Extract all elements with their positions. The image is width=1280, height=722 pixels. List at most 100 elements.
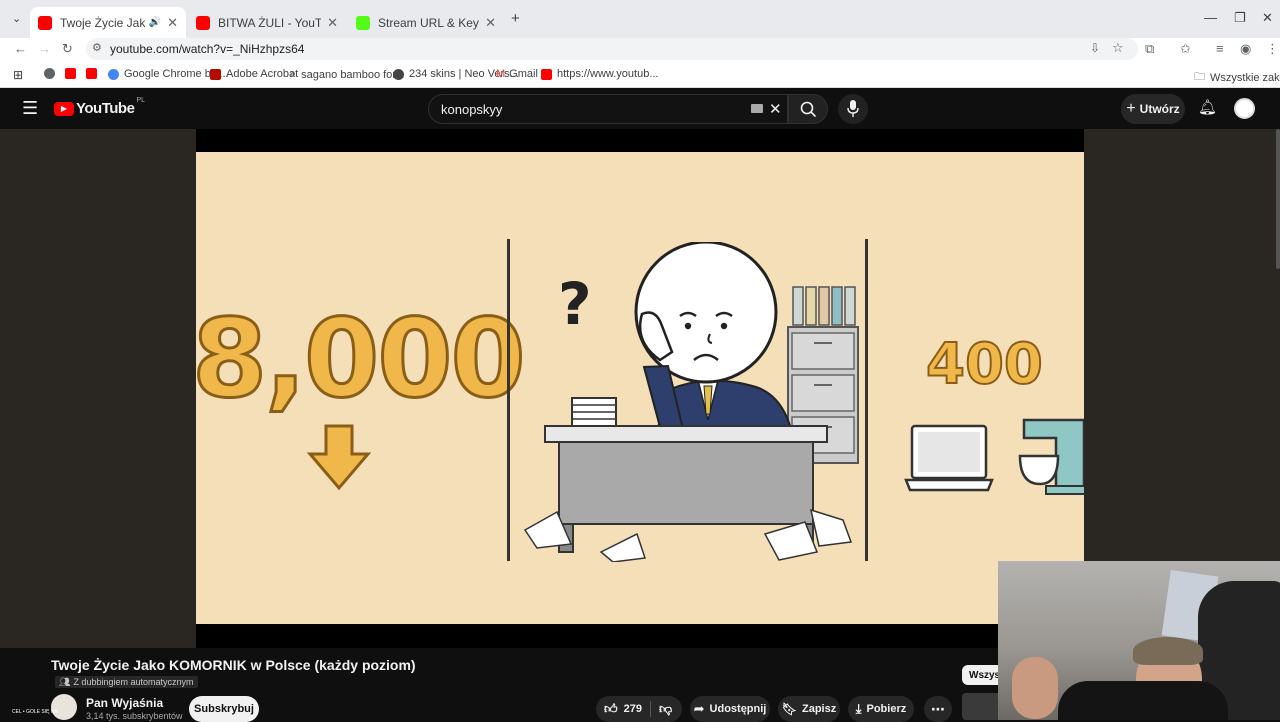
dubbing-icon: 👥︎ bbox=[59, 676, 71, 687]
subscribe-button[interactable]: Subskrybuj bbox=[189, 696, 259, 722]
divider bbox=[649, 701, 651, 717]
browser-toolbar: ← → ↻ ⚙ youtube.com/watch?v=_NiHzhpzs64 … bbox=[0, 38, 1280, 62]
bookmark-label: sagano bamboo for... bbox=[301, 68, 405, 81]
bookmark-star-icon[interactable]: ☆ bbox=[1112, 40, 1124, 56]
bookmark-gmail[interactable]: M Gmail bbox=[496, 68, 538, 80]
streamer-shirt bbox=[1058, 681, 1228, 720]
site-info-icon[interactable]: ⚙ bbox=[92, 41, 102, 54]
keyboard-icon[interactable] bbox=[751, 104, 763, 113]
site-icon bbox=[393, 68, 404, 80]
download-button[interactable]: ⤓ Pobierz bbox=[848, 696, 914, 722]
minimize-icon[interactable]: — bbox=[1204, 10, 1217, 25]
acrobat-icon bbox=[210, 68, 221, 80]
voice-search-button[interactable] bbox=[838, 94, 868, 124]
search-value: konopskyy bbox=[441, 101, 503, 117]
youtube-bookmark-icon[interactable] bbox=[65, 68, 81, 79]
share-button[interactable]: ➦ Udostępnij bbox=[690, 696, 770, 722]
arrow-down-icon bbox=[306, 424, 372, 491]
tab-title: Stream URL & Key - Kick Dashb bbox=[378, 15, 479, 30]
create-button[interactable]: + Utwórz bbox=[1121, 94, 1185, 124]
close-tab-icon[interactable]: ✕ bbox=[327, 15, 338, 31]
youtube-favicon-icon bbox=[196, 15, 210, 30]
more-actions-button[interactable]: ⋯ bbox=[924, 696, 952, 722]
search-input[interactable]: konopskyy ✕ bbox=[428, 94, 788, 124]
related-video-thumbnail[interactable] bbox=[962, 693, 1002, 720]
bookmark-label: Wszystkie zakładki bbox=[1210, 71, 1280, 84]
bookmark-youtube-url[interactable]: https://www.youtub... bbox=[541, 68, 659, 80]
search-icon: ⌕ bbox=[290, 68, 297, 80]
reading-list-icon[interactable]: ≡ bbox=[1216, 41, 1224, 56]
download-icon: ⤓ bbox=[855, 701, 862, 716]
clear-search-icon[interactable]: ✕ bbox=[769, 100, 782, 118]
youtube-icon bbox=[541, 68, 552, 80]
folder-icon: 🗀 bbox=[1194, 71, 1205, 83]
gmail-icon: M bbox=[496, 68, 506, 80]
close-tab-icon[interactable]: ✕ bbox=[167, 15, 178, 31]
tab-title: Twoje Życie Jako KOMORNI bbox=[60, 15, 146, 30]
search-button[interactable] bbox=[788, 94, 828, 124]
reload-icon[interactable]: ↻ bbox=[62, 41, 73, 57]
channel-avatar[interactable] bbox=[51, 694, 77, 720]
streamer-hair bbox=[1133, 637, 1203, 665]
bookmark-label: Adobe Acrobat bbox=[226, 68, 299, 80]
restore-icon[interactable]: ❐ bbox=[1234, 10, 1246, 26]
close-tab-icon[interactable]: ✕ bbox=[485, 15, 496, 31]
hamburger-menu-icon[interactable]: ☰ bbox=[22, 98, 38, 119]
webcam-overlay bbox=[998, 561, 1280, 720]
like-count[interactable]: 279 bbox=[624, 703, 642, 715]
avatar[interactable] bbox=[1234, 98, 1255, 119]
profile-icon[interactable]: ◉ bbox=[1240, 41, 1251, 57]
back-icon[interactable]: ← bbox=[14, 41, 27, 56]
new-tab-icon[interactable]: + bbox=[511, 10, 520, 27]
youtube-bookmark-icon[interactable] bbox=[86, 68, 102, 79]
overlay-caption: CEL • GOLE SIĘ NA bbox=[12, 709, 58, 715]
save-label: Zapisz bbox=[802, 703, 837, 715]
tab-title: BITWA ŻULI - YouTube bbox=[218, 15, 322, 30]
save-button[interactable]: 🔖︎ Zapisz bbox=[778, 696, 840, 722]
tab-kick[interactable]: Stream URL & Key - Kick Dashb ✕ bbox=[348, 7, 504, 38]
like-dislike-group: 👍︎ 279 👎︎ bbox=[596, 696, 682, 722]
youtube-favicon-icon bbox=[38, 15, 52, 30]
extensions-icon[interactable]: ⧉ bbox=[1145, 41, 1154, 57]
all-bookmarks[interactable]: 🗀 Wszystkie zakładki bbox=[1194, 68, 1280, 87]
url-text: youtube.com/watch?v=_NiHzhpzs64 bbox=[110, 42, 305, 56]
forward-icon[interactable]: → bbox=[38, 41, 51, 56]
tab-active[interactable]: Twoje Życie Jako KOMORNI 🔊 ✕ bbox=[30, 7, 186, 38]
bookmark-adobe-acrobat[interactable]: Adobe Acrobat bbox=[210, 68, 298, 80]
big-number-label: 8,000 bbox=[196, 296, 527, 424]
dubbing-label: Z dubbingiem automatycznym bbox=[73, 677, 194, 687]
share-icon: ➦ bbox=[693, 701, 705, 716]
close-window-icon[interactable]: ✕ bbox=[1262, 10, 1273, 26]
cubicle-wall-right bbox=[865, 239, 868, 561]
microphone-icon bbox=[847, 100, 859, 117]
menu-icon[interactable]: ⋮ bbox=[1266, 41, 1279, 57]
video-frame[interactable]: 8,000 ? 400 bbox=[196, 152, 1084, 624]
desk-illustration bbox=[523, 425, 853, 562]
youtube-play-icon: ▶ bbox=[54, 101, 74, 116]
bookmark-label: https://www.youtub... bbox=[557, 68, 659, 80]
bookmarks-icon[interactable]: ✩ bbox=[1180, 41, 1191, 57]
address-bar[interactable]: ⚙ youtube.com/watch?v=_NiHzhpzs64 ⇩ ☆ bbox=[86, 38, 1138, 60]
kick-favicon-icon bbox=[356, 15, 370, 30]
install-app-icon[interactable]: ⇩ bbox=[1090, 41, 1100, 55]
dislike-icon[interactable]: 👎︎ bbox=[659, 701, 672, 717]
apps-icon[interactable]: ⊞ bbox=[13, 68, 23, 82]
youtube-header: ☰ ▶ YouTube PL konopskyy ✕ + Utwórz 🔔︎ bbox=[0, 89, 1280, 129]
stand-mixer-icon bbox=[1018, 418, 1084, 495]
channel-name[interactable]: Pan Wyjaśnia bbox=[86, 696, 163, 710]
plus-icon: + bbox=[1126, 100, 1136, 117]
page-scrollbar[interactable] bbox=[1276, 129, 1280, 269]
laptop-icon bbox=[904, 424, 994, 492]
speaker-icon[interactable]: 🔊 bbox=[149, 17, 161, 28]
tab-search-icon[interactable]: ⌄ bbox=[12, 12, 21, 25]
bookmark-label: Gmail bbox=[509, 68, 538, 80]
small-number-label: 400 bbox=[925, 331, 1044, 398]
like-icon[interactable]: 👍︎ bbox=[604, 701, 618, 717]
dubbing-badge: 👥︎ Z dubbingiem automatycznym bbox=[55, 676, 198, 688]
bookmark-sagano[interactable]: ⌕ sagano bamboo for... bbox=[290, 68, 405, 81]
notifications-bell-icon[interactable]: 🔔︎ bbox=[1198, 98, 1217, 116]
chrome-icon[interactable] bbox=[44, 68, 60, 79]
region-code: PL bbox=[136, 97, 145, 104]
youtube-logo[interactable]: ▶ YouTube PL bbox=[54, 97, 145, 117]
tab-bitwa[interactable]: BITWA ŻULI - YouTube ✕ bbox=[188, 7, 346, 38]
